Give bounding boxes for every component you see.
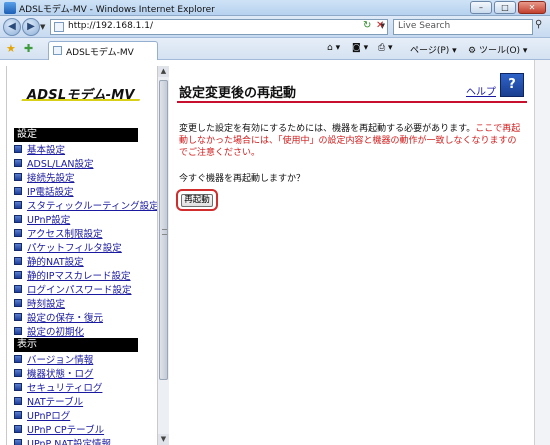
tools-menu-label[interactable]: ツール(O) [479, 46, 520, 56]
page-menu[interactable]: ページ(P) ▾ [410, 43, 457, 56]
minimize-button[interactable]: – [470, 1, 492, 14]
forward-button[interactable]: ▶ [22, 18, 40, 36]
page-menu-label[interactable]: ページ(P) [410, 46, 449, 56]
bullet-icon [14, 257, 22, 265]
stop-icon[interactable]: ✕ [376, 20, 384, 32]
bullet-icon [14, 173, 22, 181]
add-favorite-icon[interactable]: ✚ [24, 42, 33, 55]
page-scrollbar[interactable] [534, 60, 550, 445]
bullet-icon [14, 369, 22, 377]
address-toolbar: ◀ ▶ ▼ http://192.168.1.1/ ▼ ↻ ✕ Live Sea… [0, 16, 550, 38]
tab-page-icon [53, 46, 62, 55]
refresh-icon[interactable]: ↻ [363, 20, 371, 32]
scroll-thumb[interactable] [159, 80, 168, 380]
sidebar-item-version[interactable]: バージョン情報 [14, 352, 111, 366]
back-button[interactable]: ◀ [3, 18, 21, 36]
sidebar-item-login-password[interactable]: ログインパスワード設定 [14, 282, 157, 296]
sidebar-item-static-ip-masq[interactable]: 静的IPマスカレード設定 [14, 268, 157, 282]
sidebar-item-adsl-lan[interactable]: ADSL/LAN設定 [14, 156, 157, 170]
bullet-icon [14, 215, 22, 223]
bullet-icon [14, 299, 22, 307]
scroll-up-icon[interactable]: ▲ [158, 66, 169, 77]
settings-menu: 基本設定 ADSL/LAN設定 接続先設定 IP電話設定 スタティックルーティン… [14, 142, 157, 338]
search-icon[interactable]: ⚲ [535, 19, 542, 30]
sidebar-item-upnp-log[interactable]: UPnPログ [14, 408, 111, 422]
home-icon[interactable]: ⌂ ▾ [327, 43, 340, 53]
bullet-icon [14, 327, 22, 335]
search-placeholder: Live Search [398, 21, 451, 31]
bullet-icon [14, 187, 22, 195]
bullet-icon [14, 285, 22, 293]
restart-highlight: 再起動 [176, 189, 218, 211]
display-section-header: 表示 [14, 338, 138, 352]
sidebar-item-reset[interactable]: 設定の初期化 [14, 324, 157, 338]
sidebar-item-security-log[interactable]: セキュリティログ [14, 380, 111, 394]
main-frame: 設定変更後の再起動 ヘルプ ? 変更した設定を有効にするためには、機器を再起動す… [170, 66, 534, 445]
restart-question: 今すぐ機器を再起動しますか？ [179, 174, 306, 184]
tools-menu[interactable]: ⚙ ツール(O) ▾ [468, 43, 527, 56]
maximize-button[interactable]: □ [494, 1, 516, 14]
scroll-grip-icon [162, 229, 167, 235]
sidebar-item-upnp-nat-info[interactable]: UPnP NAT設定情報 [14, 436, 111, 445]
bullet-icon [14, 355, 22, 363]
sidebar-item-packet-filter[interactable]: パケットフィルタ設定 [14, 240, 157, 254]
display-menu: バージョン情報 機器状態・ログ セキュリティログ NATテーブル UPnPログ … [14, 352, 111, 445]
help-link[interactable]: ヘルプ [466, 83, 496, 98]
restart-message-text: 変更した設定を有効にするためには、機器を再起動する必要があります。 [179, 124, 476, 134]
window-title: ADSLモデム-MV - Windows Internet Explorer [19, 5, 215, 15]
sidebar-item-static-nat[interactable]: 静的NAT設定 [14, 254, 157, 268]
sidebar-item-basic[interactable]: 基本設定 [14, 142, 157, 156]
search-input[interactable]: Live Search [393, 19, 533, 35]
address-text[interactable]: http://192.168.1.1/ [68, 21, 153, 31]
ie-icon [4, 2, 16, 14]
sidebar-item-nat-table[interactable]: NATテーブル [14, 394, 111, 408]
close-button[interactable]: ✕ [518, 1, 546, 14]
bullet-icon [14, 201, 22, 209]
bullet-icon [14, 159, 22, 167]
bullet-icon [14, 383, 22, 391]
bullet-icon [14, 411, 22, 419]
bullet-icon [14, 243, 22, 251]
bullet-icon [14, 271, 22, 279]
restart-message: 変更した設定を有効にするためには、機器を再起動する必要があります。ここで再起動し… [179, 123, 524, 159]
logo-swash [19, 99, 141, 105]
sidebar-item-upnp-cp-table[interactable]: UPnP CPテーブル [14, 422, 111, 436]
sidebar-item-access-limit[interactable]: アクセス制限設定 [14, 226, 157, 240]
tab-command-bar: ★ ✚ ADSLモデム-MV ⌂ ▾ ◙ ▾ ⎙ ▾ ページ(P) ▾ ⚙ ツー… [0, 38, 550, 60]
window-titlebar: ADSLモデム-MV - Windows Internet Explorer –… [0, 0, 550, 16]
bullet-icon [14, 145, 22, 153]
sidebar-item-time[interactable]: 時刻設定 [14, 296, 157, 310]
sidebar-item-static-routing[interactable]: スタティックルーティング設定 [14, 198, 157, 212]
help-question-icon[interactable]: ? [500, 73, 524, 97]
tab-label[interactable]: ADSLモデム-MV [66, 45, 134, 58]
sidebar-scrollbar[interactable]: ▲ ▼ [157, 66, 169, 445]
scroll-down-icon[interactable]: ▼ [158, 434, 169, 445]
address-field[interactable]: http://192.168.1.1/ ▼ [50, 19, 388, 35]
print-icon[interactable]: ⎙ ▾ [378, 43, 393, 53]
tab-adsl-modem[interactable]: ADSLモデム-MV [48, 41, 158, 60]
bullet-icon [14, 313, 22, 321]
bullet-icon [14, 439, 22, 445]
title-divider [177, 101, 527, 103]
sidebar-item-device-status[interactable]: 機器状態・ログ [14, 366, 111, 380]
bullet-icon [14, 229, 22, 237]
sidebar-item-destination[interactable]: 接続先設定 [14, 170, 157, 184]
sidebar-item-save-restore[interactable]: 設定の保存・復元 [14, 310, 157, 324]
sidebar-item-upnp[interactable]: UPnP設定 [14, 212, 157, 226]
settings-section-header: 設定 [14, 128, 138, 142]
feeds-icon[interactable]: ◙ ▾ [352, 43, 368, 53]
browser-content: ADSLモデム-MV 設定 基本設定 ADSL/LAN設定 接続先設定 IP電話… [0, 60, 550, 445]
restart-button[interactable]: 再起動 [181, 194, 213, 207]
history-dropdown-icon[interactable]: ▼ [40, 23, 45, 31]
sidebar-frame: ADSLモデム-MV 設定 基本設定 ADSL/LAN設定 接続先設定 IP電話… [6, 66, 157, 445]
sidebar-item-ip-phone[interactable]: IP電話設定 [14, 184, 157, 198]
window-controls: – □ ✕ [470, 1, 546, 14]
page-title: 設定変更後の再起動 [179, 86, 297, 101]
favorites-star-icon[interactable]: ★ [6, 42, 16, 55]
bullet-icon [14, 397, 22, 405]
bullet-icon [14, 425, 22, 433]
page-icon [54, 22, 64, 32]
